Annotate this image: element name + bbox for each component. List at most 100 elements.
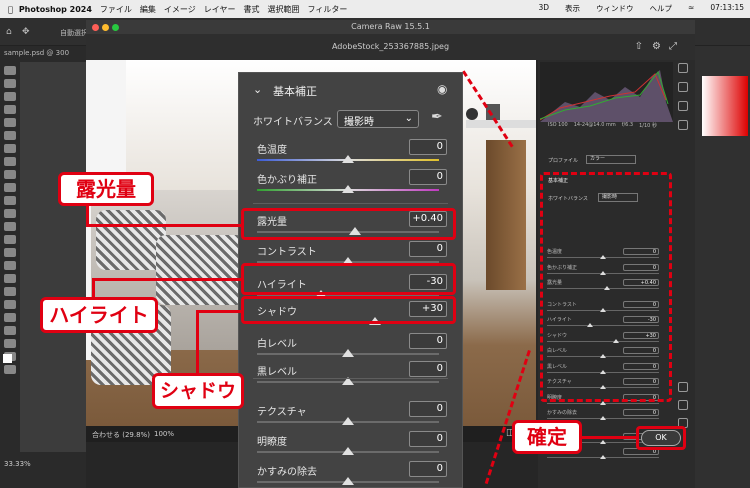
zoom-fit[interactable]: 合わせる (29.8%): [92, 430, 150, 440]
callout-highlights: ハイライト: [40, 297, 158, 333]
tool-icon[interactable]: [4, 157, 16, 166]
profile-select[interactable]: カラー: [586, 155, 636, 164]
section-divider: [253, 203, 448, 204]
slider-thumb[interactable]: [342, 349, 354, 357]
wb-select[interactable]: 撮影時 ⌄: [337, 110, 419, 128]
zoom-icon[interactable]: [112, 24, 119, 31]
slider-value-input[interactable]: 0: [409, 401, 447, 417]
slider-value-input[interactable]: 0: [409, 241, 447, 257]
filename: AdobeStock_253367885.jpeg: [331, 42, 450, 51]
status-zoom[interactable]: 33.33%: [4, 460, 31, 468]
connector-line: [92, 278, 95, 298]
right-panels: [690, 46, 750, 488]
tool-icon[interactable]: [4, 235, 16, 244]
tool-icon[interactable]: [4, 287, 16, 296]
slider-label: コントラスト: [257, 247, 317, 258]
tool-icon[interactable]: [4, 131, 16, 140]
dialog-title: Camera Raw 15.5.1: [86, 20, 695, 34]
eye-icon[interactable]: ◉: [437, 82, 447, 96]
histogram: [540, 62, 673, 122]
fullscreen-icon[interactable]: ⤢: [669, 34, 677, 60]
tool-icon[interactable]: [4, 365, 16, 374]
tool-icon[interactable]: [4, 144, 16, 153]
hand-icon[interactable]: [678, 400, 688, 410]
mini-slider-value[interactable]: 0: [623, 409, 659, 416]
auto-select-label[interactable]: 自動選択: [60, 28, 88, 38]
slider-label: 色かぶり補正: [257, 175, 317, 186]
share-icon[interactable]: ⇧: [635, 34, 643, 60]
tool-icon[interactable]: [4, 300, 16, 309]
slider-value-input[interactable]: 0: [409, 361, 447, 377]
color-picker[interactable]: [702, 76, 748, 136]
menu-help[interactable]: ヘルプ: [650, 3, 673, 14]
foreground-color-swatch[interactable]: [3, 354, 12, 363]
menu-layer[interactable]: レイヤー: [204, 4, 236, 15]
tool-icon[interactable]: [4, 66, 16, 75]
menu-3d[interactable]: 3D: [538, 3, 549, 14]
slider-thumb[interactable]: [342, 447, 354, 455]
edit-icon[interactable]: [678, 63, 688, 73]
slider-value-input[interactable]: 0: [409, 139, 447, 155]
aperture: f/6.3: [621, 122, 634, 128]
connector-line: [92, 278, 242, 281]
wifi-icon[interactable]: ≈: [688, 3, 694, 14]
slider-thumb[interactable]: [342, 185, 354, 193]
tool-icon[interactable]: [4, 183, 16, 192]
slider-value-input[interactable]: 0: [409, 461, 447, 477]
zoom-tool-icon[interactable]: [678, 382, 688, 392]
tool-icon[interactable]: [4, 274, 16, 283]
tool-icon[interactable]: [4, 248, 16, 257]
mini-slider-thumb[interactable]: [600, 416, 606, 420]
minimize-icon[interactable]: [102, 24, 109, 31]
eyedropper-icon[interactable]: ✒: [431, 109, 443, 125]
mini-panel-highlight: [540, 172, 672, 402]
mini-slider-thumb[interactable]: [600, 455, 606, 459]
close-icon[interactable]: [92, 24, 99, 31]
slider-value-input[interactable]: 0: [409, 333, 447, 349]
tool-icon[interactable]: [4, 339, 16, 348]
tool-icon[interactable]: [4, 222, 16, 231]
zoom-percent[interactable]: 100%: [154, 430, 174, 438]
slider-value-input[interactable]: 0: [409, 169, 447, 185]
menu-app[interactable]: Photoshop 2024: [19, 5, 92, 14]
gear-icon[interactable]: ⚙: [652, 34, 661, 60]
slider-thumb[interactable]: [342, 155, 354, 163]
slider-value-input[interactable]: 0: [409, 431, 447, 447]
chevron-down-icon[interactable]: ⌄: [253, 83, 262, 96]
crop-icon[interactable]: [678, 82, 688, 92]
slider-thumb[interactable]: [342, 477, 354, 485]
home-icon[interactable]: ⌂: [6, 27, 12, 37]
move-tool-icon[interactable]: ✥: [22, 27, 30, 37]
tool-icon[interactable]: [4, 170, 16, 179]
menu-select[interactable]: 選択範囲: [268, 4, 300, 15]
menu-window[interactable]: ウィンドウ: [596, 3, 634, 14]
exposure-highlight: [241, 208, 456, 240]
menu-filter[interactable]: フィルター: [308, 4, 348, 15]
tool-icon[interactable]: [4, 196, 16, 205]
mask-icon[interactable]: [678, 120, 688, 130]
mini-slider-thumb[interactable]: [600, 439, 606, 444]
tool-icon[interactable]: [4, 105, 16, 114]
shadows-highlight: [241, 296, 456, 324]
heal-icon[interactable]: [678, 101, 688, 111]
slider-label: 色温度: [257, 145, 287, 156]
tool-icon[interactable]: [4, 92, 16, 101]
menu-edit[interactable]: 編集: [140, 4, 156, 15]
menu-file[interactable]: ファイル: [100, 4, 132, 15]
tool-icon[interactable]: [4, 79, 16, 88]
menu-view[interactable]: 表示: [565, 3, 580, 14]
tool-icon[interactable]: [4, 118, 16, 127]
dialog-title-text: Camera Raw 15.5.1: [351, 22, 430, 31]
document-tab[interactable]: sample.psd @ 300: [0, 46, 90, 62]
menu-type[interactable]: 書式: [244, 4, 260, 15]
tool-icon[interactable]: [4, 209, 16, 218]
tool-icon[interactable]: [4, 261, 16, 270]
connector-line: [196, 310, 242, 313]
tool-icon[interactable]: [4, 313, 16, 322]
pillow: [156, 235, 246, 305]
apple-icon[interactable]: : [8, 5, 13, 14]
menu-image[interactable]: イメージ: [164, 4, 196, 15]
clock: 07:13:15: [710, 3, 744, 12]
tool-icon[interactable]: [4, 326, 16, 335]
slider-thumb[interactable]: [342, 417, 354, 425]
